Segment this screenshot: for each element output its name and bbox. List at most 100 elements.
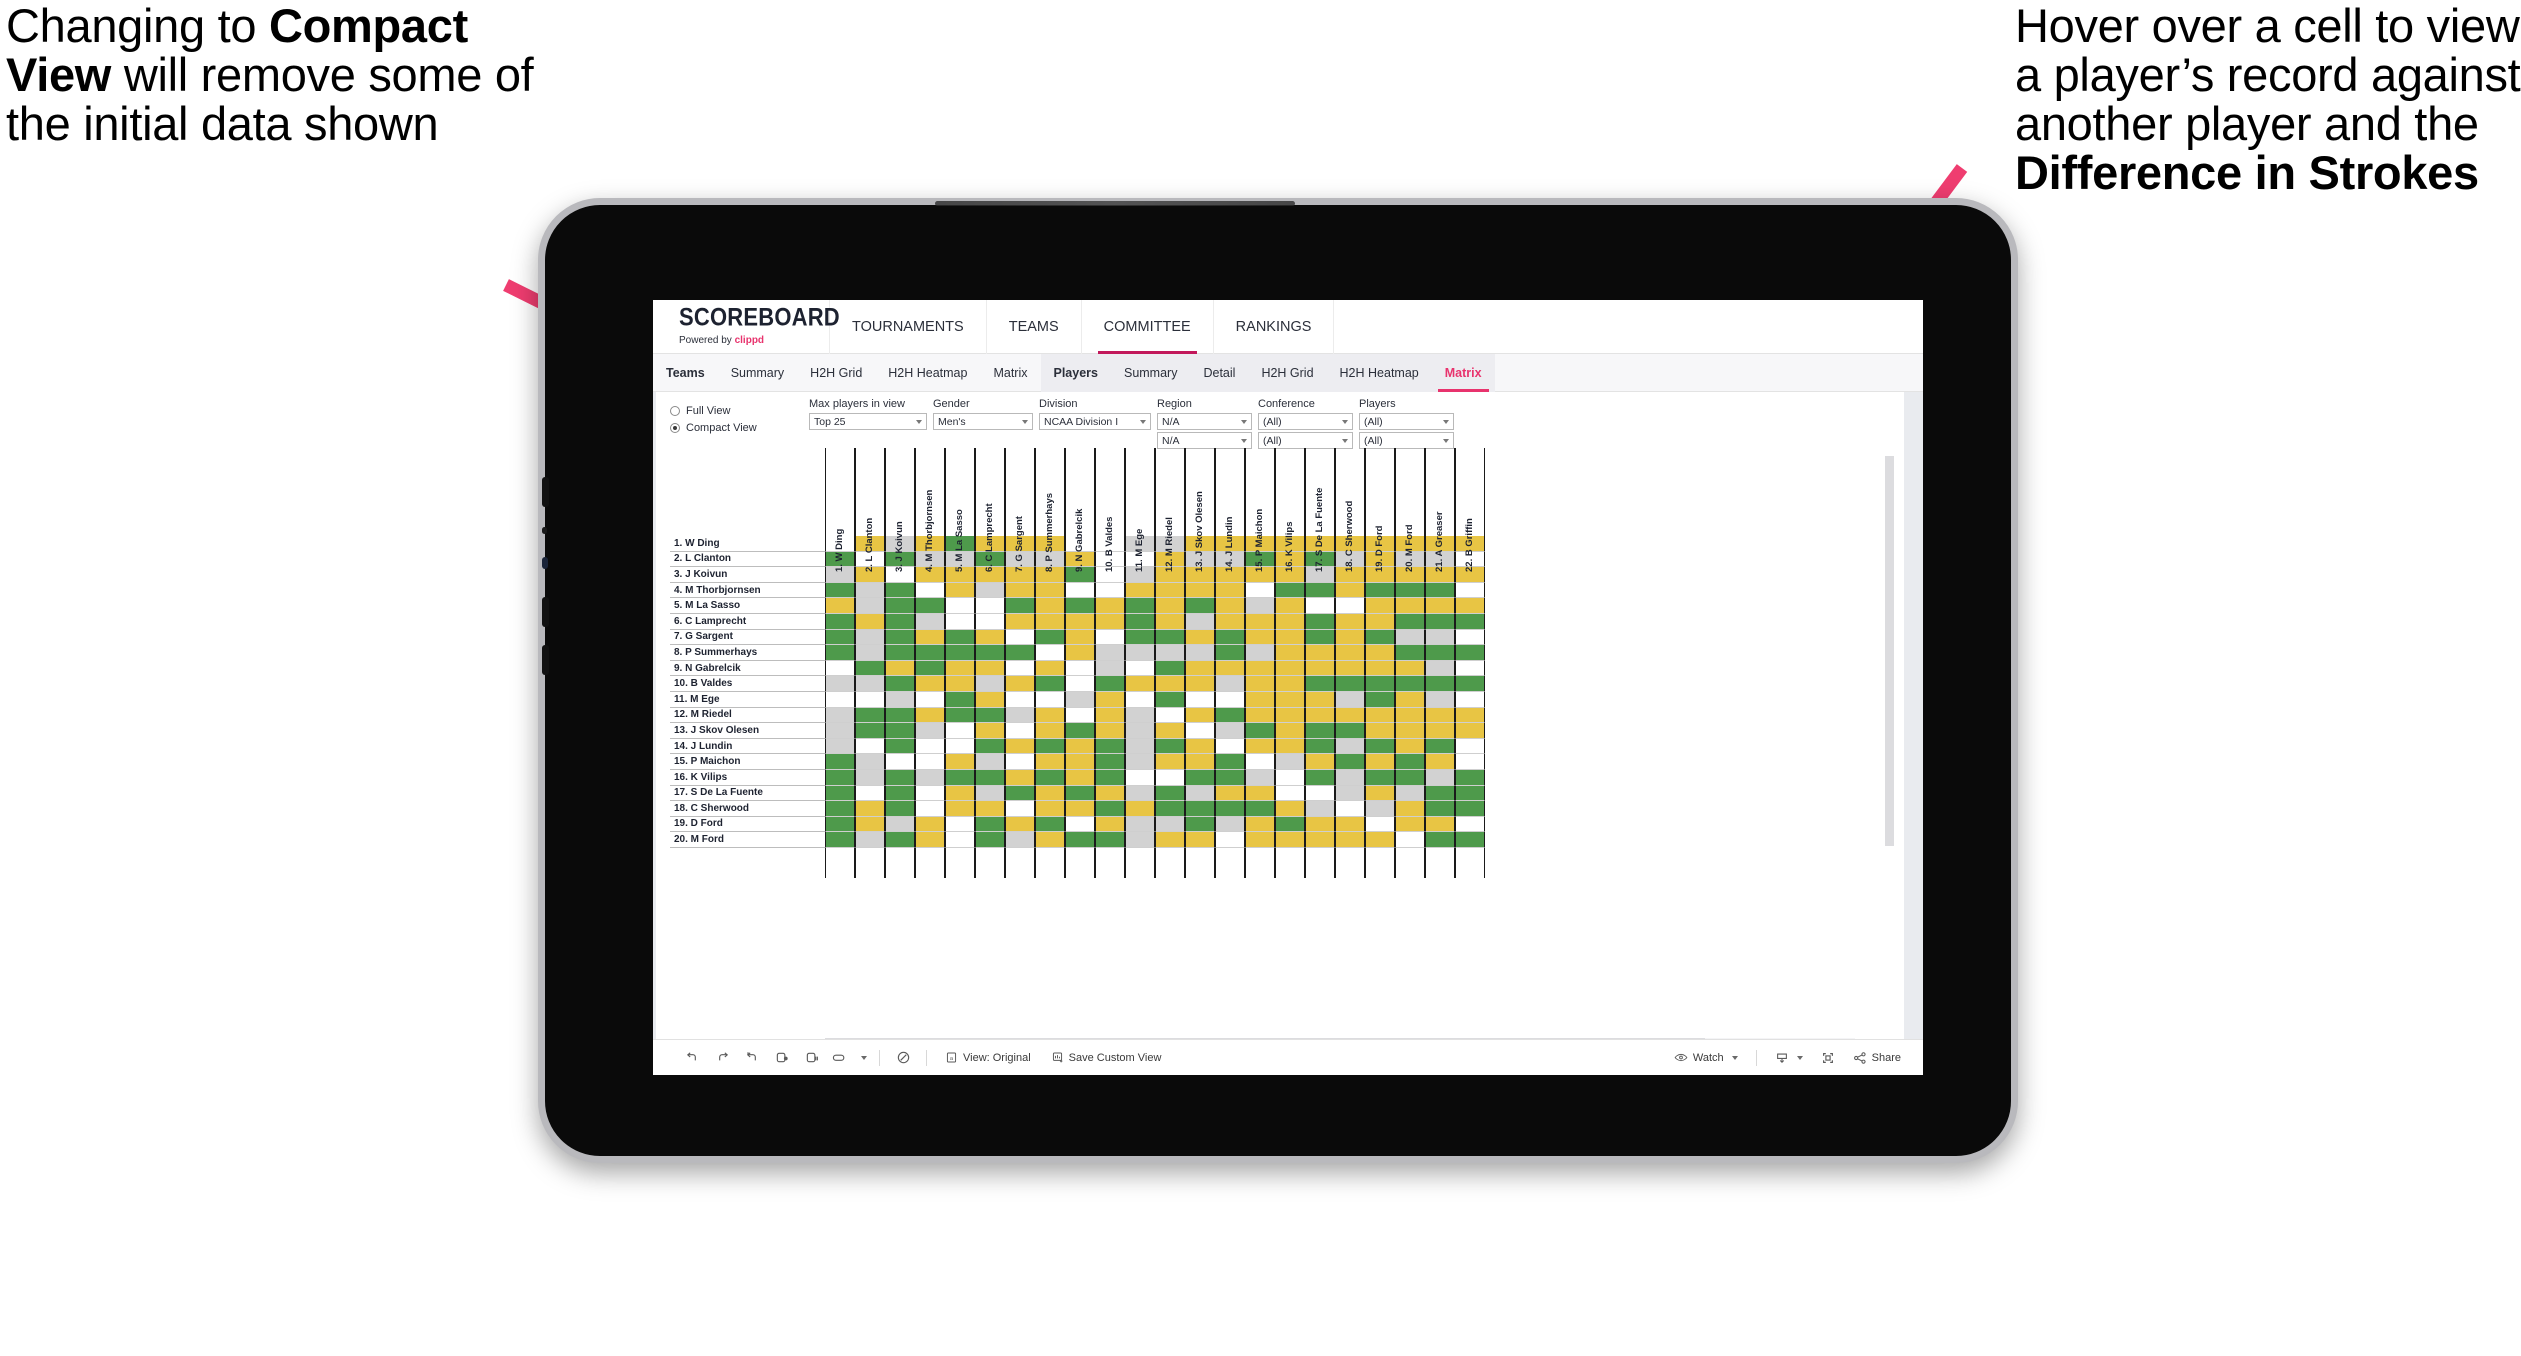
matrix-cell[interactable] [855, 754, 885, 770]
matrix-cell[interactable] [1245, 691, 1275, 708]
matrix-cell[interactable] [855, 676, 885, 692]
matrix-cell[interactable] [915, 707, 945, 724]
matrix-cell[interactable] [1185, 598, 1215, 614]
matrix-cell[interactable] [1005, 769, 1035, 786]
matrix-cell[interactable] [1095, 785, 1125, 802]
matrix-cell[interactable] [825, 769, 855, 786]
matrix-cell[interactable] [1005, 598, 1035, 614]
matrix-cell[interactable] [1395, 785, 1425, 802]
matrix-cell[interactable] [885, 785, 915, 802]
matrix-cell[interactable] [1455, 629, 1485, 646]
matrix-cell[interactable] [915, 785, 945, 802]
matrix-cell[interactable] [1455, 785, 1485, 802]
tab-players-matrix[interactable]: Matrix [1432, 354, 1495, 392]
matrix-cell[interactable] [1185, 754, 1215, 770]
nav-item-committee[interactable]: COMMITTEE [1082, 300, 1213, 354]
matrix-cell[interactable] [975, 738, 1005, 755]
matrix-cell[interactable] [1395, 676, 1425, 692]
matrix-cell[interactable] [1155, 785, 1185, 802]
matrix-cell[interactable] [855, 660, 885, 677]
matrix-cell[interactable] [945, 691, 975, 708]
matrix-cell[interactable] [1005, 785, 1035, 802]
matrix-cell[interactable] [1275, 598, 1305, 614]
matrix-cell[interactable] [1335, 801, 1365, 817]
matrix-cell[interactable] [1155, 754, 1185, 770]
matrix-cell[interactable] [1035, 723, 1065, 739]
matrix-cell[interactable] [1395, 582, 1425, 599]
share-button[interactable]: Share [1843, 1040, 1923, 1076]
tab-teams-h2h-grid[interactable]: H2H Grid [797, 354, 875, 392]
matrix-cell[interactable] [1425, 660, 1455, 677]
matrix-cell[interactable] [975, 801, 1005, 817]
matrix-cell[interactable] [1275, 707, 1305, 724]
view-original-button[interactable]: a View: Original [935, 1040, 1041, 1076]
filter-shape-icon[interactable] [827, 1040, 853, 1076]
fullscreen-icon[interactable] [1813, 1040, 1843, 1076]
matrix-cell[interactable] [975, 707, 1005, 724]
matrix-cell[interactable] [1335, 676, 1365, 692]
matrix-cell[interactable] [1065, 645, 1095, 661]
matrix-cell[interactable] [975, 754, 1005, 770]
matrix-cell[interactable] [1425, 801, 1455, 817]
matrix-cell[interactable] [1185, 629, 1215, 646]
matrix-cell[interactable] [1185, 816, 1215, 833]
matrix-cell[interactable] [1275, 754, 1305, 770]
matrix-cell[interactable] [1035, 645, 1065, 661]
matrix-cell[interactable] [915, 801, 945, 817]
matrix-cell[interactable] [1005, 754, 1035, 770]
matrix-cell[interactable] [1245, 785, 1275, 802]
matrix-cell[interactable] [825, 816, 855, 833]
matrix-cell[interactable] [1215, 769, 1245, 786]
matrix-cell[interactable] [1095, 769, 1125, 786]
matrix-cell[interactable] [1455, 582, 1485, 599]
matrix-cell[interactable] [1035, 801, 1065, 817]
matrix-cell[interactable] [915, 691, 945, 708]
matrix-cell[interactable] [1125, 629, 1155, 646]
matrix-cell[interactable] [1035, 629, 1065, 646]
matrix-cell[interactable] [1065, 676, 1095, 692]
matrix-cell[interactable] [1215, 816, 1245, 833]
dropdown-conference-1[interactable]: (All) [1258, 413, 1353, 430]
matrix-cell[interactable] [1065, 598, 1095, 614]
matrix-cell[interactable] [1095, 629, 1125, 646]
matrix-cell[interactable] [1335, 660, 1365, 677]
matrix-cell[interactable] [1155, 801, 1185, 817]
matrix-cell[interactable] [825, 660, 855, 677]
download-button[interactable] [1765, 1040, 1813, 1076]
matrix-cell[interactable] [945, 629, 975, 646]
matrix-cell[interactable] [1125, 832, 1155, 848]
matrix-cell[interactable] [1305, 832, 1335, 848]
matrix-cell[interactable] [1395, 738, 1425, 755]
matrix-cell[interactable] [1275, 738, 1305, 755]
dropdown-region-2[interactable]: N/A [1157, 432, 1252, 449]
nav-item-teams[interactable]: TEAMS [987, 300, 1081, 354]
matrix-cell[interactable] [1365, 598, 1395, 614]
matrix-cell[interactable] [1095, 707, 1125, 724]
matrix-cell[interactable] [1425, 816, 1455, 833]
matrix-cell[interactable] [1335, 785, 1365, 802]
matrix-cell[interactable] [1275, 769, 1305, 786]
matrix-cell[interactable] [1065, 582, 1095, 599]
matrix-cell[interactable] [1095, 645, 1125, 661]
matrix-cell[interactable] [1065, 801, 1095, 817]
matrix-cell[interactable] [1425, 691, 1455, 708]
tab-teams-matrix[interactable]: Matrix [980, 354, 1040, 392]
pause-icon[interactable] [797, 1040, 827, 1076]
matrix-cell[interactable] [1365, 738, 1395, 755]
matrix-cell[interactable] [885, 691, 915, 708]
matrix-cell[interactable] [1125, 598, 1155, 614]
matrix-cell[interactable] [1215, 707, 1245, 724]
radio-compact-view[interactable]: Compact View [670, 419, 757, 436]
tablet-button-2[interactable] [542, 597, 549, 627]
matrix-cell[interactable] [1005, 582, 1035, 599]
matrix-cell[interactable] [945, 645, 975, 661]
matrix-cell[interactable] [1215, 754, 1245, 770]
matrix-cell[interactable] [915, 660, 945, 677]
matrix-cell[interactable] [1335, 769, 1365, 786]
matrix-cell[interactable] [1245, 645, 1275, 661]
matrix-cell[interactable] [885, 582, 915, 599]
matrix-cell[interactable] [1275, 816, 1305, 833]
matrix-cell[interactable] [1425, 629, 1455, 646]
matrix-cell[interactable] [1365, 676, 1395, 692]
matrix-cell[interactable] [1335, 832, 1365, 848]
